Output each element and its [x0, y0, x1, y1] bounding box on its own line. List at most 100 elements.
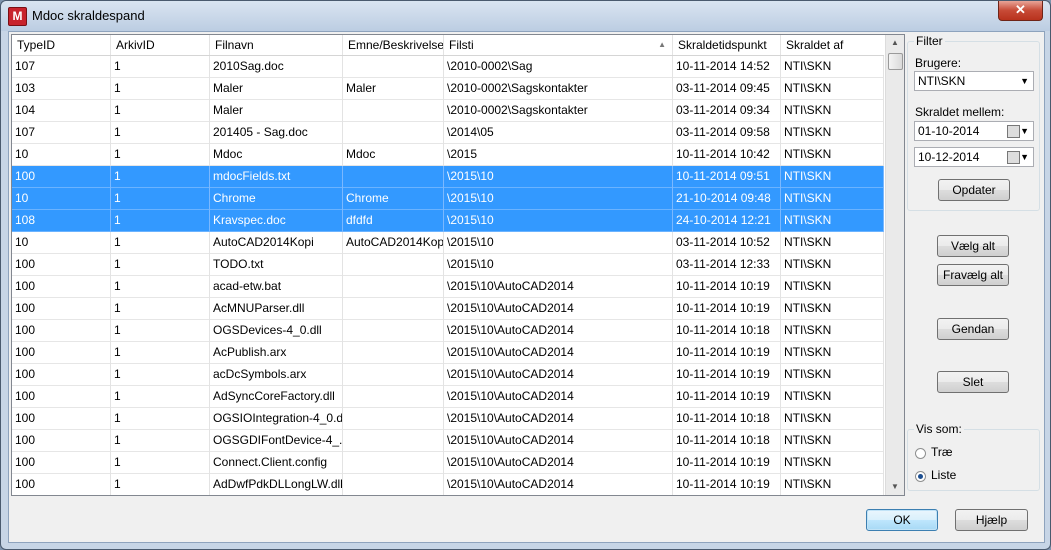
deselect-all-button[interactable]: Fravælg alt [937, 264, 1009, 286]
table-row[interactable]: 108 1 Kravspec.doc dfdfd \2015\10 24-10-2014 … [12, 210, 884, 232]
cell-filnavn: AcMNUParser.dll [210, 298, 343, 320]
cell-arkivid: 1 [111, 474, 210, 495]
table-row[interactable]: 100 1 acad-etw.bat \2015\10\AutoCAD2014 10-1… [12, 276, 884, 298]
view-as-group: Vis som: Træ Liste [907, 422, 1040, 491]
cell-typeid: 100 [12, 364, 111, 386]
close-button[interactable]: ✕ [998, 1, 1043, 21]
select-all-button[interactable]: Vælg alt [937, 235, 1009, 257]
cell-filnavn: AutoCAD2014Kopi [210, 232, 343, 254]
vertical-scrollbar[interactable]: ▲ ▼ [885, 35, 904, 495]
cell-typeid: 100 [12, 320, 111, 342]
calendar-icon [1007, 125, 1020, 138]
cell-af: NTI\SKN [781, 386, 884, 408]
scroll-up-icon[interactable]: ▲ [887, 35, 903, 51]
view-as-legend: Vis som: [914, 422, 964, 436]
help-button[interactable]: Hjælp [955, 509, 1028, 531]
table-row[interactable]: 100 1 OGSIOIntegration-4_0.dll \2015\10\Aut… [12, 408, 884, 430]
table-row[interactable]: 100 1 TODO.txt \2015\10 03-11-2014 12:33 NTI\… [12, 254, 884, 276]
cell-arkivid: 1 [111, 78, 210, 100]
table-row[interactable]: 100 1 AdSyncCoreFactory.dll \2015\10\AutoCA… [12, 386, 884, 408]
cell-filsti: \2010-0002\Sag [444, 56, 673, 78]
scroll-down-icon[interactable]: ▼ [887, 479, 903, 495]
cell-tid: 10-11-2014 10:18 [673, 320, 781, 342]
table-row[interactable]: 100 1 OGSDevices-4_0.dll \2015\10\AutoCAD20… [12, 320, 884, 342]
cell-filnavn: OGSGDIFontDevice-4_... [210, 430, 343, 452]
cell-filsti: \2015\10 [444, 210, 673, 232]
cell-filsti: \2015\10\AutoCAD2014 [444, 342, 673, 364]
ok-button[interactable]: OK [866, 509, 938, 531]
table-row[interactable]: 10 1 Chrome Chrome \2015\10 21-10-2014 09:48 N… [12, 188, 884, 210]
tree-radio-label[interactable]: Træ [931, 445, 953, 459]
trash-grid[interactable]: TypeID ArkivID Filnavn Emne/Beskrivelse … [11, 34, 905, 496]
cell-filnavn: 2010Sag.doc [210, 56, 343, 78]
cell-filnavn: 201405 - Sag.doc [210, 122, 343, 144]
cell-arkivid: 1 [111, 188, 210, 210]
cell-af: NTI\SKN [781, 210, 884, 232]
cell-tid: 03-11-2014 09:34 [673, 100, 781, 122]
cell-tid: 24-10-2014 12:21 [673, 210, 781, 232]
users-select[interactable]: NTI\SKN ▼ [914, 71, 1034, 91]
col-header-typeid[interactable]: TypeID [12, 35, 111, 55]
table-row[interactable]: 104 1 Maler \2010-0002\Sagskontakter 03-11-2… [12, 100, 884, 122]
cell-tid: 10-11-2014 14:52 [673, 56, 781, 78]
cell-arkivid: 1 [111, 276, 210, 298]
cell-typeid: 10 [12, 232, 111, 254]
table-row[interactable]: 107 1 2010Sag.doc \2010-0002\Sag 10-11-2014 … [12, 56, 884, 78]
cell-filsti: \2015\10 [444, 254, 673, 276]
table-row[interactable]: 100 1 OGSGDIFontDevice-4_... \2015\10\AutoC… [12, 430, 884, 452]
cell-emne [343, 320, 444, 342]
cell-typeid: 107 [12, 56, 111, 78]
cell-filnavn: acDcSymbols.arx [210, 364, 343, 386]
col-header-emne[interactable]: Emne/Beskrivelse [343, 35, 444, 55]
cell-af: NTI\SKN [781, 408, 884, 430]
col-header-filnavn[interactable]: Filnavn [210, 35, 343, 55]
cell-emne [343, 254, 444, 276]
scroll-thumb[interactable] [888, 53, 903, 70]
cell-typeid: 100 [12, 298, 111, 320]
cell-emne [343, 276, 444, 298]
col-header-skraldetidspunkt[interactable]: Skraldetidspunkt [673, 35, 781, 55]
date-to-picker[interactable]: 10-12-2014 ▼ [914, 147, 1034, 167]
list-radio-label[interactable]: Liste [931, 468, 956, 482]
tree-radio[interactable] [915, 448, 926, 459]
cell-af: NTI\SKN [781, 232, 884, 254]
restore-button[interactable]: Gendan [937, 318, 1009, 340]
table-row[interactable]: 10 1 Mdoc Mdoc \2015 10-11-2014 10:42 NTI\SKN [12, 144, 884, 166]
cell-emne: Chrome [343, 188, 444, 210]
delete-button[interactable]: Slet [937, 371, 1009, 393]
table-row[interactable]: 103 1 Maler Maler \2010-0002\Sagskontakter 03… [12, 78, 884, 100]
cell-tid: 10-11-2014 10:18 [673, 408, 781, 430]
table-row[interactable]: 100 1 Connect.Client.config \2015\10\AutoCA… [12, 452, 884, 474]
cell-af: NTI\SKN [781, 254, 884, 276]
cell-typeid: 100 [12, 276, 111, 298]
cell-filsti: \2015\10\AutoCAD2014 [444, 430, 673, 452]
cell-filsti: \2014\05 [444, 122, 673, 144]
cell-filsti: \2015\10\AutoCAD2014 [444, 408, 673, 430]
table-row[interactable]: 107 1 201405 - Sag.doc \2014\05 03-11-2014 0… [12, 122, 884, 144]
title-bar[interactable]: M Mdoc skraldespand ✕ [1, 1, 1050, 31]
update-button[interactable]: Opdater [938, 179, 1010, 201]
cell-af: NTI\SKN [781, 144, 884, 166]
cell-filsti: \2015\10 [444, 232, 673, 254]
cell-arkivid: 1 [111, 408, 210, 430]
table-row[interactable]: 100 1 acDcSymbols.arx \2015\10\AutoCAD2014 1… [12, 364, 884, 386]
table-row[interactable]: 100 1 AcMNUParser.dll \2015\10\AutoCAD2014 1… [12, 298, 884, 320]
table-row[interactable]: 100 1 AcPublish.arx \2015\10\AutoCAD2014 10-… [12, 342, 884, 364]
cell-typeid: 100 [12, 342, 111, 364]
table-row[interactable]: 100 1 AdDwfPdkDLLongLW.dll \2015\10\AutoCAD… [12, 474, 884, 495]
col-header-skraldet-af[interactable]: Skraldet af [781, 35, 884, 55]
cell-typeid: 10 [12, 144, 111, 166]
cell-emne [343, 298, 444, 320]
col-header-filsti[interactable]: Filsti ▲ [444, 35, 673, 55]
cell-tid: 10-11-2014 10:19 [673, 364, 781, 386]
table-row[interactable]: 100 1 mdocFields.txt \2015\10 10-11-2014 09:… [12, 166, 884, 188]
dropdown-arrow-icon: ▼ [1020, 76, 1029, 86]
cell-tid: 10-11-2014 10:19 [673, 452, 781, 474]
cell-tid: 10-11-2014 10:19 [673, 298, 781, 320]
date-from-picker[interactable]: 01-10-2014 ▼ [914, 121, 1034, 141]
col-header-arkivid[interactable]: ArkivID [111, 35, 210, 55]
cell-arkivid: 1 [111, 144, 210, 166]
list-radio[interactable] [915, 471, 926, 482]
date-from-value: 01-10-2014 [918, 124, 980, 138]
table-row[interactable]: 10 1 AutoCAD2014Kopi AutoCAD2014Kopi \2015\1… [12, 232, 884, 254]
